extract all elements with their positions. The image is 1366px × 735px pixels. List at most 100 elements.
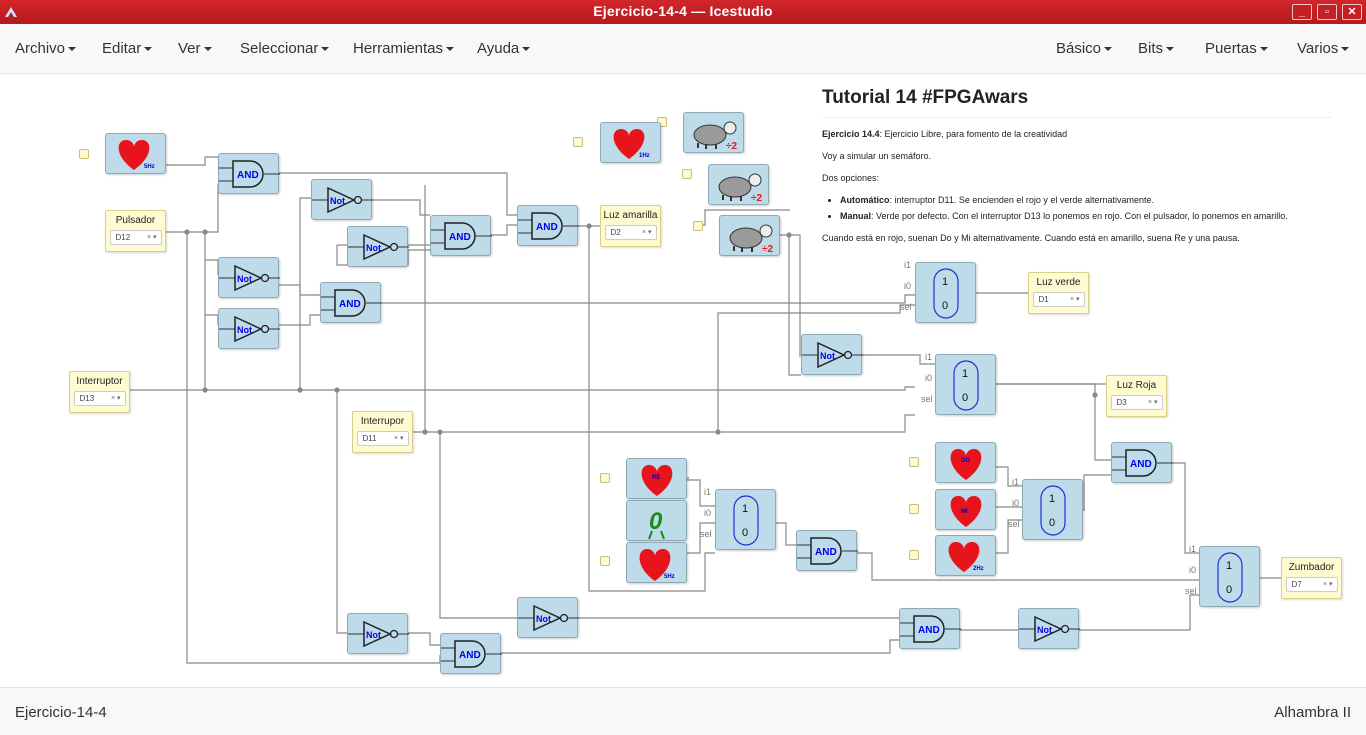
clock-re-block[interactable]: RE (626, 458, 687, 499)
not-gate[interactable]: Not (311, 179, 373, 220)
clock-input-port[interactable] (79, 149, 89, 159)
heart-icon: DO (950, 449, 982, 480)
clock-input-port[interactable] (573, 137, 583, 147)
pin-select[interactable]: D12 (109, 230, 162, 245)
clock-1hz-block[interactable]: 1Hz (600, 122, 661, 163)
not-gate-icon: Not (348, 620, 409, 648)
clock-input-port[interactable] (909, 457, 919, 467)
and-gate[interactable]: AND (440, 633, 502, 674)
and-gate[interactable]: AND (218, 153, 280, 194)
minimize-button[interactable]: _ (1292, 4, 1312, 20)
io-label: Interruptor (76, 376, 123, 387)
and-gate[interactable]: AND (899, 608, 961, 649)
io-label: Luz amarilla (603, 210, 658, 221)
luz-verde-output[interactable]: Luz verde D1 (1028, 272, 1089, 314)
pin-select[interactable]: D1 (1032, 292, 1085, 307)
and-gate[interactable]: AND (796, 530, 858, 571)
menu-ver[interactable]: Ver (178, 40, 212, 57)
clock-input-port[interactable] (600, 556, 610, 566)
turtle-divider-block[interactable]: ÷2 (708, 164, 769, 205)
turtle-divider-block[interactable]: ÷2 (719, 215, 780, 256)
menu-puertas[interactable]: Puertas (1205, 40, 1268, 57)
clock-2hz-block[interactable]: 2Hz (935, 535, 996, 576)
maximize-button[interactable]: ▫ (1317, 4, 1337, 20)
mux-input-label: i1 (1012, 477, 1020, 487)
clock-input-port[interactable] (909, 504, 919, 514)
and-gate-icon: AND (321, 289, 382, 317)
svg-text:1: 1 (1049, 493, 1055, 505)
clock-input-port[interactable] (682, 169, 692, 179)
multiplexer-block[interactable]: 10 (1199, 546, 1260, 607)
heart-icon: RE (641, 465, 673, 496)
clock-5hz-block[interactable]: 5Hz (626, 542, 687, 583)
turtle-icon: ÷2 (693, 121, 737, 152)
interruptor-input[interactable]: Interruptor D13 (69, 371, 130, 413)
turtle-divider-block[interactable]: ÷2 (683, 112, 744, 153)
menu-basico[interactable]: Básico (1056, 40, 1113, 57)
not-gate[interactable]: Not (218, 257, 280, 298)
menu-editar[interactable]: Editar (102, 40, 153, 57)
and-gate[interactable]: AND (517, 205, 579, 246)
not-gate[interactable]: Not (218, 308, 280, 349)
close-button[interactable]: ✕ (1342, 4, 1362, 20)
not-gate[interactable]: Not (517, 597, 579, 638)
caret-down-icon (1166, 47, 1175, 52)
pin-select[interactable]: D11 (356, 431, 409, 446)
multiplexer-block[interactable]: 10 (935, 354, 996, 415)
caret-down-icon (321, 47, 330, 52)
zumbador-output[interactable]: Zumbador D7 (1281, 557, 1342, 599)
svg-text:÷2: ÷2 (726, 141, 737, 152)
menu-herramientas[interactable]: Herramientas (353, 40, 455, 57)
and-gate[interactable]: AND (320, 282, 382, 323)
description-exercise: Ejercicio 14.4: Ejercicio Libre, para fo… (822, 129, 1068, 139)
and-gate-icon: AND (1112, 449, 1173, 477)
svg-text:1: 1 (1226, 560, 1232, 572)
pin-select[interactable]: D7 (1285, 577, 1338, 592)
not-gate[interactable]: Not (801, 334, 863, 375)
not-gate[interactable]: Not (1018, 608, 1080, 649)
caret-down-icon (446, 47, 455, 52)
menu-ayuda[interactable]: Ayuda (477, 40, 531, 57)
menu-seleccionar[interactable]: Seleccionar (240, 40, 330, 57)
svg-text:1: 1 (742, 503, 748, 515)
and-gate-icon: AND (797, 537, 858, 565)
circuit-canvas[interactable]: Tutorial 14 #FPGAwars Ejercicio 14.4: Ej… (0, 75, 1366, 687)
description-paragraph: Voy a simular un semáforo. (822, 151, 932, 161)
menu-archivo[interactable]: Archivo (15, 40, 77, 57)
clock-input-port[interactable] (909, 550, 919, 560)
not-gate[interactable]: Not (347, 226, 409, 267)
heart-icon: 1Hz (613, 129, 650, 159)
mux-input-label: i1 (904, 260, 912, 270)
pin-select[interactable]: D2 (604, 225, 657, 240)
clock-input-port[interactable] (600, 473, 610, 483)
window-titlebar: Ejercicio-14-4 — Icestudio _ ▫ ✕ (0, 0, 1366, 24)
menu-varios[interactable]: Varios (1297, 40, 1350, 57)
pin-select[interactable]: D13 (73, 391, 126, 406)
turtle-icon: ÷2 (718, 173, 762, 204)
svg-text:AND: AND (339, 299, 361, 310)
mux-input-label: i0 (704, 508, 712, 518)
multiplexer-block[interactable]: 10 (915, 262, 976, 323)
menu-bits[interactable]: Bits (1138, 40, 1175, 57)
board-name[interactable]: Alhambra II (1274, 704, 1351, 721)
and-gate[interactable]: AND (430, 215, 492, 256)
multiplexer-block[interactable]: 10 (1022, 479, 1083, 540)
not-gate[interactable]: Not (347, 613, 409, 654)
clock-do-block[interactable]: DO (935, 442, 996, 483)
clock-5hz-block[interactable]: 5Hz (105, 133, 166, 174)
not-gate-icon: Not (219, 315, 280, 343)
mux-icon: 10 (1217, 552, 1243, 603)
and-gate[interactable]: AND (1111, 442, 1173, 483)
zero-constant-block[interactable]: 0 (626, 500, 687, 541)
clock-input-port[interactable] (693, 221, 703, 231)
pulsador-input[interactable]: Pulsador D12 (105, 210, 166, 252)
clock-mi-block[interactable]: MI (935, 489, 996, 530)
mux-select-label: sel (700, 529, 712, 539)
luz-amarilla-output[interactable]: Luz amarilla D2 (600, 205, 661, 247)
interrupor-input[interactable]: Interrupor D11 (352, 411, 413, 453)
pin-select[interactable]: D3 (1110, 395, 1163, 410)
mux-select-label: sel (1008, 519, 1020, 529)
multiplexer-block[interactable]: 10 (715, 489, 776, 550)
io-label: Zumbador (1288, 562, 1335, 573)
luz-roja-output[interactable]: Luz Roja D3 (1106, 375, 1167, 417)
